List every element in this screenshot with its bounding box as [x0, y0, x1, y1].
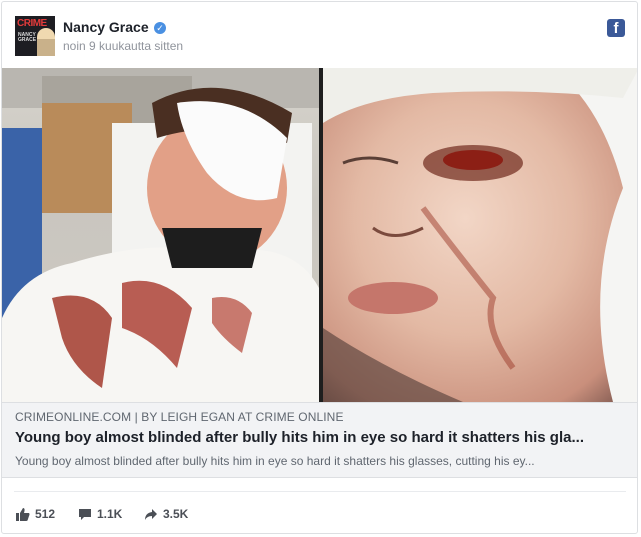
avatar-sub-text: NANCY GRACE — [18, 32, 37, 43]
link-description: Young boy almost blinded after bully hit… — [15, 454, 535, 468]
photo-left — [2, 68, 319, 402]
post-header: CRIME NANCY GRACE Nancy Grace ✓ noin 9 k… — [2, 2, 637, 68]
avatar[interactable]: CRIME NANCY GRACE — [15, 16, 55, 56]
author-name[interactable]: Nancy Grace — [63, 19, 149, 35]
likes-count: 512 — [35, 507, 56, 521]
link-headline[interactable]: Young boy almost blinded after bully hit… — [15, 429, 627, 446]
facebook-icon[interactable]: f — [607, 19, 625, 37]
avatar-brand-text: CRIME — [17, 18, 47, 29]
post-timestamp[interactable]: noin 9 kuukautta sitten — [63, 39, 183, 53]
avatar-portrait — [37, 28, 55, 56]
comment-icon — [79, 508, 91, 520]
link-preview[interactable]: CRIMEONLINE.COM | BY LEIGH EGAN AT CRIME… — [2, 402, 637, 478]
comments-count: 1.1K — [97, 507, 123, 521]
likes-stat[interactable]: 512 — [16, 507, 55, 521]
divider — [14, 491, 626, 492]
post-image[interactable] — [2, 68, 637, 402]
share-arrow-icon — [145, 508, 157, 520]
shares-stat[interactable]: 3.5K — [144, 507, 188, 521]
verified-badge-icon: ✓ — [154, 22, 166, 34]
thumbs-up-icon — [16, 507, 30, 521]
comments-stat[interactable]: 1.1K — [78, 507, 122, 521]
shares-count: 3.5K — [163, 507, 189, 521]
engagement-bar: 512 1.1K 3.5K — [2, 478, 637, 533]
photo-right-illustration — [323, 68, 637, 402]
post-card: CRIME NANCY GRACE Nancy Grace ✓ noin 9 k… — [1, 1, 638, 534]
link-source: CRIMEONLINE.COM | BY LEIGH EGAN AT CRIME… — [15, 410, 344, 424]
photo-right — [323, 68, 637, 402]
photo-left-illustration — [2, 68, 319, 402]
